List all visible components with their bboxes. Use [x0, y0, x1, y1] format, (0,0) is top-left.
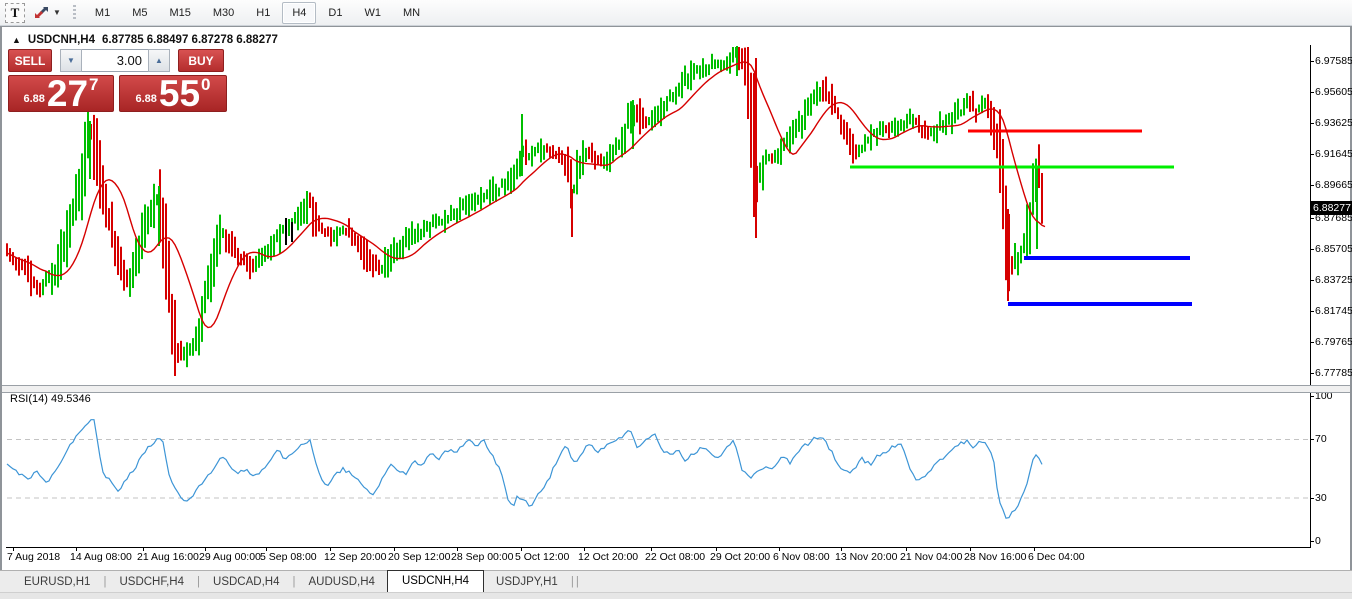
- collapse-panel-icon[interactable]: ▲: [12, 35, 21, 45]
- price-axis-label: 6.79765: [1315, 336, 1352, 348]
- chart-title: ▲ USDCNH,H4 6.87785 6.88497 6.87278 6.88…: [12, 34, 278, 46]
- arrows-tool-button[interactable]: ▼: [33, 5, 61, 20]
- time-axis-label: 6 Dec 04:00: [1028, 551, 1085, 563]
- price-axis-label: 6.95605: [1315, 86, 1352, 98]
- time-axis-label: 21 Aug 16:00: [137, 551, 199, 563]
- top-toolbar: T ▼ M1M5M15M30H1H4D1W1MN: [0, 0, 1352, 26]
- one-click-trading-panel: SELL ▼ ▲ BUY 6.88 27 7 6.88 55 0: [8, 49, 230, 112]
- spin-down-icon: ▼: [67, 56, 75, 65]
- time-axis-border: [6, 547, 1311, 548]
- time-axis-label: 21 Nov 04:00: [900, 551, 962, 563]
- time-axis-label: 20 Sep 12:00: [388, 551, 450, 563]
- time-axis-label: 29 Oct 20:00: [710, 551, 770, 563]
- timeframe-button-m1[interactable]: M1: [85, 2, 120, 24]
- chevron-down-icon: ▼: [53, 8, 61, 17]
- time-axis-label: 29 Aug 00:00: [199, 551, 261, 563]
- buy-button[interactable]: BUY: [178, 49, 224, 72]
- time-axis-label: 12 Sep 20:00: [324, 551, 386, 563]
- price-axis-label: 6.89665: [1315, 179, 1352, 191]
- volume-decrease-button[interactable]: ▼: [60, 49, 82, 72]
- sell-price-display[interactable]: 6.88 27 7: [8, 75, 114, 112]
- text-tool-button[interactable]: T: [5, 3, 25, 23]
- buy-price-sup: 0: [201, 75, 210, 95]
- spin-up-icon: ▲: [155, 56, 163, 65]
- buy-price-display[interactable]: 6.88 55 0: [119, 75, 227, 112]
- volume-input[interactable]: [82, 49, 148, 72]
- sell-button[interactable]: SELL: [8, 49, 52, 72]
- chart-tab-usdcnh[interactable]: USDCNH,H4: [387, 570, 484, 592]
- overlay-lines[interactable]: [850, 131, 1192, 304]
- sell-price-sup: 7: [89, 75, 98, 95]
- chart-tab-audusd[interactable]: AUDUSD,H4: [296, 573, 386, 592]
- buy-price-base: 6.88: [135, 93, 156, 105]
- price-axis-label: 6.85705: [1315, 243, 1352, 255]
- timeframe-button-m30[interactable]: M30: [203, 2, 244, 24]
- rsi-chart[interactable]: [6, 391, 1311, 547]
- chart-tab-bar: EURUSD,H1|USDCHF,H4|USDCAD,H4|AUDUSD,H4U…: [0, 570, 1352, 592]
- chart-tab-usdjpy[interactable]: USDJPY,H1: [484, 573, 570, 592]
- timeframe-button-h1[interactable]: H1: [246, 2, 280, 24]
- sell-price-base: 6.88: [23, 93, 44, 105]
- chart-tab-usdchf[interactable]: USDCHF,H4: [107, 573, 196, 592]
- price-axis-label: 6.83725: [1315, 274, 1352, 286]
- rsi-axis-label: 70: [1315, 433, 1327, 445]
- time-axis-label: 22 Oct 08:00: [645, 551, 705, 563]
- time-axis-label: 6 Nov 08:00: [773, 551, 830, 563]
- timeframe-button-d1[interactable]: D1: [318, 2, 352, 24]
- sell-price-big: 27: [47, 79, 88, 109]
- time-axis-label: 7 Aug 2018: [7, 551, 60, 563]
- timeframe-button-m5[interactable]: M5: [122, 2, 157, 24]
- timeframe-button-mn[interactable]: MN: [393, 2, 430, 24]
- chart-window: ▲ USDCNH,H4 6.87785 6.88497 6.87278 6.88…: [0, 26, 1352, 570]
- time-axis-label: 28 Nov 16:00: [964, 551, 1026, 563]
- rsi-indicator-label: RSI(14) 49.5346: [10, 393, 91, 405]
- timeframe-button-h4[interactable]: H4: [282, 2, 316, 24]
- time-axis-label: 5 Oct 12:00: [515, 551, 569, 563]
- chart-symbol-label: USDCNH,H4: [28, 34, 95, 46]
- price-axis-label: 6.77785: [1315, 367, 1352, 379]
- time-axis-label: 13 Nov 20:00: [835, 551, 897, 563]
- current-price-tag: 6.88277: [1311, 201, 1352, 215]
- volume-increase-button[interactable]: ▲: [148, 49, 170, 72]
- price-axis-label: 6.93625: [1315, 117, 1352, 129]
- timeframe-buttons: M1M5M15M30H1H4D1W1MN: [84, 2, 431, 24]
- price-axis-label: 6.97585: [1315, 55, 1352, 67]
- chart-ohlc-values: 6.87785 6.88497 6.87278 6.88277: [102, 34, 278, 46]
- chart-tab-usdcad[interactable]: USDCAD,H4: [201, 573, 291, 592]
- price-axis-label: 6.81745: [1315, 305, 1352, 317]
- tab-separator: |: [575, 576, 580, 592]
- time-axis-label: 28 Sep 00:00: [451, 551, 513, 563]
- timeframe-button-m15[interactable]: M15: [159, 2, 200, 24]
- panel-splitter[interactable]: [2, 385, 1350, 393]
- time-axis-label: 5 Sep 08:00: [260, 551, 317, 563]
- arrows-icon: [33, 5, 50, 20]
- time-axis-label: 12 Oct 20:00: [578, 551, 638, 563]
- rsi-line: [7, 420, 1042, 519]
- price-axis-label: 6.91645: [1315, 148, 1352, 160]
- chart-tab-eurusd[interactable]: EURUSD,H1: [12, 573, 102, 592]
- buy-price-big: 55: [159, 79, 200, 109]
- rsi-axis-label: 30: [1315, 492, 1327, 504]
- time-axis-label: 14 Aug 08:00: [70, 551, 132, 563]
- toolbar-grip[interactable]: [73, 5, 76, 21]
- timeframe-button-w1[interactable]: W1: [354, 2, 391, 24]
- rsi-axis-label: 0: [1315, 535, 1321, 547]
